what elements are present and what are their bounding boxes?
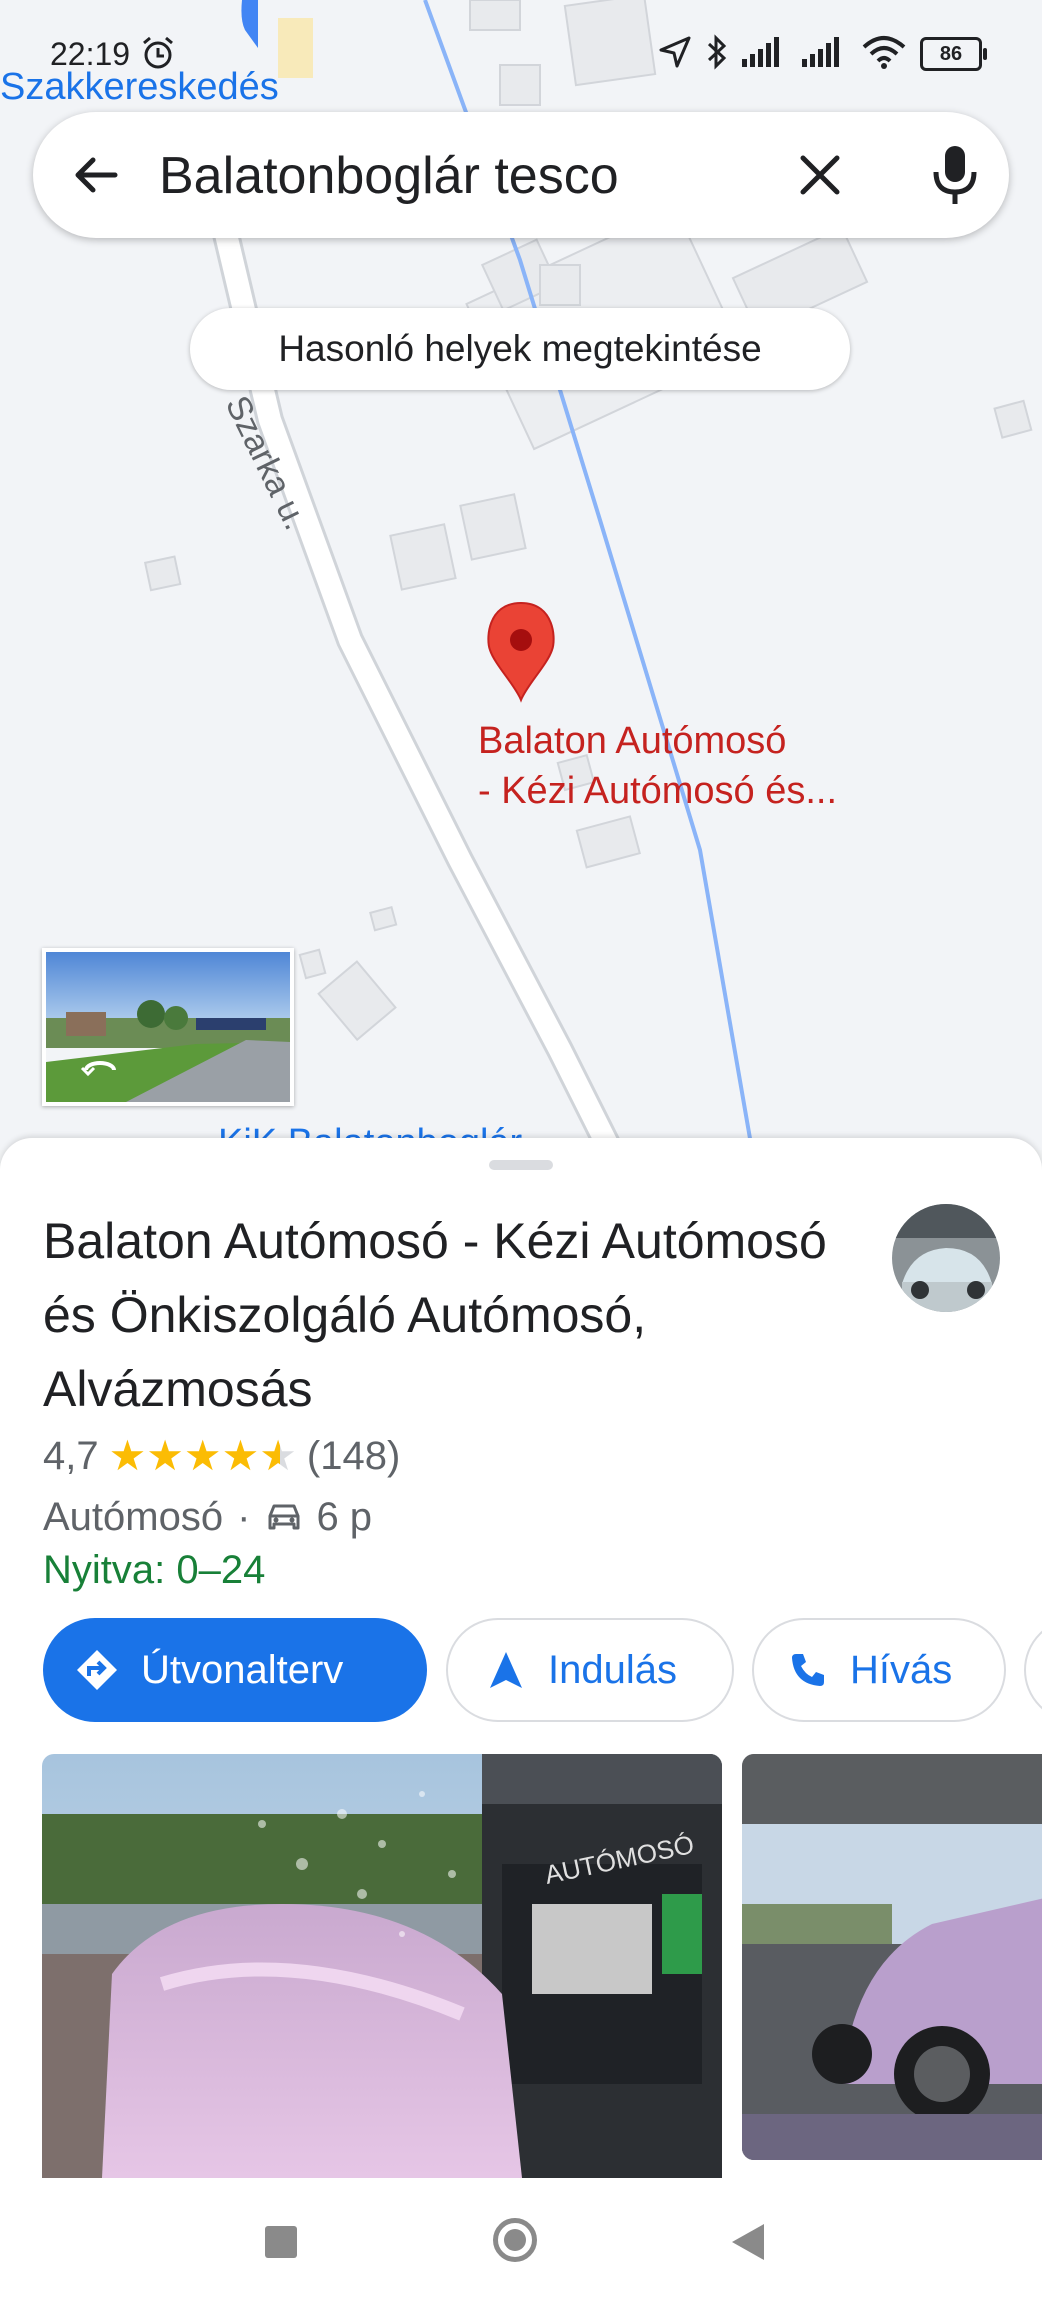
place-category: Autómosó bbox=[43, 1494, 224, 1539]
alarm-icon bbox=[140, 35, 176, 76]
separator: · bbox=[237, 1494, 251, 1539]
wifi-icon bbox=[862, 35, 906, 74]
drag-handle[interactable] bbox=[489, 1160, 553, 1170]
star-icon: ★ bbox=[108, 1432, 147, 1479]
call-button[interactable]: Hívás bbox=[752, 1618, 1006, 1722]
search-input[interactable]: Balatonboglár tesco bbox=[159, 146, 619, 206]
car-wash-photo: AUTÓMOSÓ bbox=[42, 1754, 722, 2178]
place-avatar[interactable] bbox=[892, 1204, 1000, 1312]
start-navigation-button[interactable]: Indulás bbox=[446, 1618, 734, 1722]
street-view-image bbox=[46, 952, 290, 1102]
place-photo[interactable] bbox=[742, 1754, 1042, 2160]
navigation-arrow-icon bbox=[486, 1650, 526, 1690]
back-icon[interactable] bbox=[732, 2224, 764, 2260]
close-icon[interactable] bbox=[793, 148, 847, 202]
recent-apps-icon[interactable] bbox=[265, 2226, 297, 2258]
place-pin-icon bbox=[487, 601, 555, 703]
category-row: Autómosó · 6 p bbox=[43, 1490, 372, 1544]
signal-icon bbox=[742, 36, 788, 72]
signal-icon bbox=[802, 36, 848, 72]
star-icon: ★ bbox=[221, 1432, 260, 1479]
car-icon bbox=[264, 1500, 304, 1534]
street-view-thumbnail[interactable] bbox=[42, 948, 294, 1106]
system-navigation-bar bbox=[0, 2178, 1042, 2315]
status-icons: 86 bbox=[658, 33, 987, 75]
directions-icon bbox=[75, 1648, 119, 1692]
rating-row[interactable]: 4,7 ★ ★ ★ ★ ★ (148) bbox=[43, 1430, 400, 1482]
similar-places-chip[interactable]: Hasonló helyek megtekintése bbox=[190, 308, 850, 390]
place-photo[interactable]: AUTÓMOSÓ bbox=[42, 1754, 722, 2178]
half-star-icon: ★ bbox=[259, 1432, 297, 1479]
call-label: Hívás bbox=[850, 1647, 953, 1692]
more-actions-button[interactable] bbox=[1024, 1618, 1042, 1722]
directions-label: Útvonalterv bbox=[141, 1647, 344, 1692]
pin-label-line2: - Kézi Autómosó és... bbox=[478, 770, 838, 812]
rating-value: 4,7 bbox=[43, 1433, 99, 1478]
star-icon: ★ bbox=[183, 1432, 222, 1479]
location-arrow-icon bbox=[658, 35, 692, 74]
place-title: Balaton Autómosó - Kézi Autómosó és Önki… bbox=[43, 1213, 827, 1417]
start-label: Indulás bbox=[548, 1647, 677, 1692]
search-bar[interactable]: Balatonboglár tesco bbox=[33, 112, 1009, 238]
arrow-back-icon[interactable] bbox=[69, 148, 123, 202]
car-wash-photo bbox=[742, 1754, 1042, 2160]
bluetooth-icon bbox=[706, 33, 728, 75]
directions-button[interactable]: Útvonalterv bbox=[43, 1618, 427, 1722]
microphone-icon[interactable] bbox=[928, 142, 982, 206]
pin-label[interactable]: Balaton Autómosó - Kézi Autómosó és... bbox=[478, 716, 837, 816]
status-time: 22:19 bbox=[50, 36, 131, 72]
review-count: (148) bbox=[306, 1433, 401, 1478]
battery-icon: 86 bbox=[920, 37, 987, 71]
pin-label-line1: Balaton Autómosó bbox=[478, 720, 787, 762]
status-bar: 22:19 86 bbox=[0, 0, 1042, 100]
drive-time: 6 p bbox=[316, 1494, 373, 1539]
star-rating: ★ ★ ★ ★ ★ bbox=[109, 1435, 297, 1477]
phone-icon bbox=[788, 1650, 828, 1690]
home-icon[interactable] bbox=[493, 2218, 537, 2262]
opening-hours[interactable]: Nyitva: 0–24 bbox=[43, 1548, 265, 1593]
star-icon: ★ bbox=[146, 1432, 184, 1479]
place-details-sheet[interactable]: Balaton Autómosó - Kézi Autómosó és Önki… bbox=[0, 1138, 1042, 2178]
